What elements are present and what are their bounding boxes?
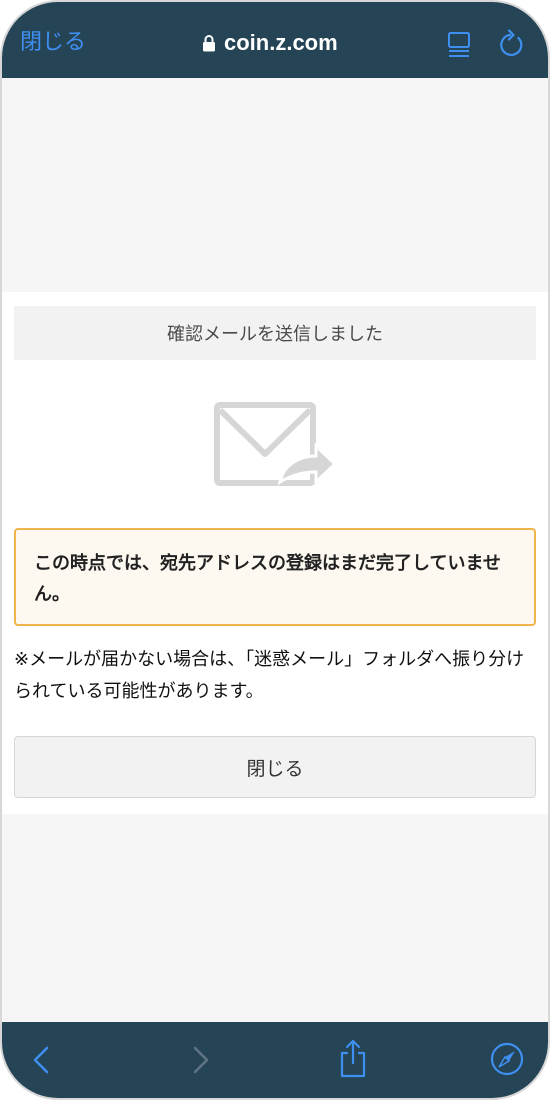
safari-compass-icon[interactable] <box>490 1042 524 1076</box>
phone-screen: 閉じる coin.z.com 確認メールを送信しました この時点では、宛先アドレ… <box>2 2 548 1098</box>
address-bar[interactable]: coin.z.com <box>202 28 338 58</box>
confirmation-card: 確認メールを送信しました この時点では、宛先アドレスの登録はまだ完了していません… <box>2 292 548 814</box>
warning-notice: この時点では、宛先アドレスの登録はまだ完了していません。 <box>14 528 536 626</box>
close-button[interactable]: 閉じる <box>14 736 536 798</box>
reader-mode-icon[interactable] <box>446 30 472 58</box>
lock-icon <box>203 35 215 52</box>
forward-icon[interactable] <box>190 1044 212 1076</box>
back-icon[interactable] <box>30 1044 52 1076</box>
browser-bottom-bar <box>2 1022 548 1098</box>
mail-sent-icon <box>214 402 336 486</box>
share-icon[interactable] <box>338 1038 368 1078</box>
browser-top-bar: 閉じる coin.z.com <box>2 2 548 78</box>
reload-icon[interactable] <box>498 29 526 59</box>
url-text: coin.z.com <box>224 30 338 55</box>
spam-folder-note: ※メールが届かない場合は、「迷惑メール」フォルダへ振り分けられている可能性があり… <box>14 649 525 702</box>
page-title: 確認メールを送信しました <box>14 306 536 360</box>
browser-close-link[interactable]: 閉じる <box>20 28 86 58</box>
